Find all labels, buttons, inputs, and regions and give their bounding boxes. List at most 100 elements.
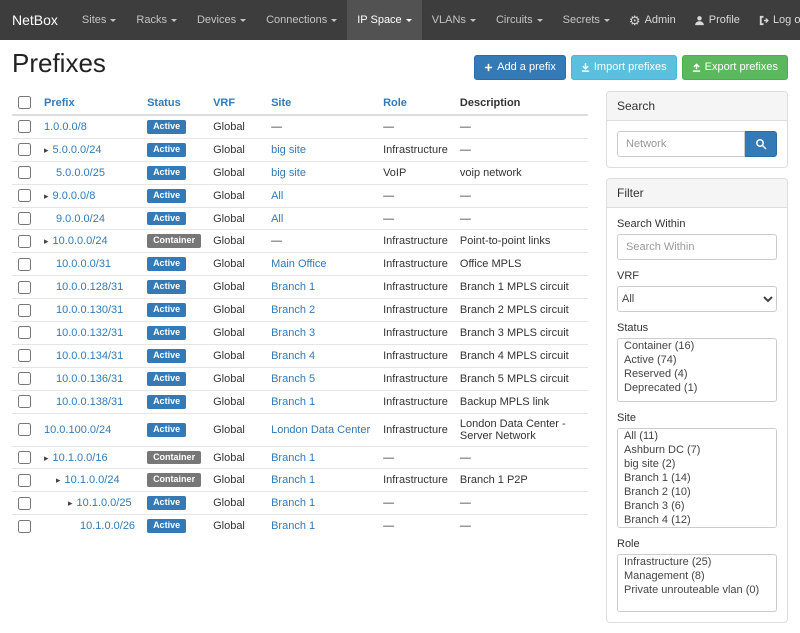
prefix-link[interactable]: 10.0.0.130/31 (56, 304, 123, 316)
prefix-link[interactable]: 10.0.0.136/31 (56, 373, 123, 385)
logout-button[interactable]: Log out (749, 0, 800, 40)
site-link[interactable]: All (271, 213, 283, 225)
row-checkbox[interactable] (18, 258, 31, 271)
site-cell: All (265, 207, 377, 230)
nav-item-vlans[interactable]: VLANs (422, 0, 486, 40)
prefix-link[interactable]: 10.1.0.0/24 (65, 474, 120, 486)
status-badge: Active (147, 257, 186, 271)
nav-item-sites[interactable]: Sites (72, 0, 126, 40)
vrf-cell: Global (207, 161, 265, 184)
row-checkbox[interactable] (18, 497, 31, 510)
sort-vrf-header[interactable]: VRF (213, 97, 235, 109)
row-checkbox[interactable] (18, 326, 31, 339)
brand-logo[interactable]: NetBox (0, 0, 72, 40)
profile-menu-item[interactable]: Profile (685, 0, 749, 40)
select-all-checkbox[interactable] (18, 96, 31, 109)
prefix-cell: 5.0.0.0/25 (38, 161, 141, 184)
sort-prefix-header[interactable]: Prefix (44, 97, 75, 109)
admin-menu-item[interactable]: ⚙ Admin (620, 0, 685, 40)
prefix-link[interactable]: 10.0.0.128/31 (56, 281, 123, 293)
prefix-link[interactable]: 5.0.0.0/24 (53, 144, 102, 156)
sort-site-header[interactable]: Site (271, 97, 291, 109)
site-link[interactable]: All (271, 190, 283, 202)
row-checkbox[interactable] (18, 520, 31, 533)
prefix-link[interactable]: 10.0.0.132/31 (56, 327, 123, 339)
site-link[interactable]: Branch 1 (271, 452, 315, 464)
nav-item-devices[interactable]: Devices (187, 0, 256, 40)
navbar-menu: SitesRacksDevicesConnections IP Space VLAN… (72, 0, 620, 40)
site-link[interactable]: Branch 1 (271, 520, 315, 532)
prefix-link[interactable]: 9.0.0.0/24 (56, 213, 105, 225)
row-checkbox[interactable] (18, 349, 31, 362)
prefix-link[interactable]: 10.0.0.0/24 (53, 235, 108, 247)
site-filter-label: Site (617, 412, 777, 424)
row-checkbox[interactable] (18, 189, 31, 202)
table-row: ▸10.0.0.0/24ContainerGlobal—Infrastructu… (12, 230, 588, 253)
row-checkbox[interactable] (18, 474, 31, 487)
site-link[interactable]: big site (271, 144, 306, 156)
site-link[interactable]: Branch 1 (271, 396, 315, 408)
nav-item-label: IP Space (357, 14, 401, 26)
row-checkbox[interactable] (18, 143, 31, 156)
site-link[interactable]: London Data Center (271, 424, 370, 436)
row-checkbox[interactable] (18, 372, 31, 385)
description-cell: Backup MPLS link (454, 390, 588, 413)
admin-label: Admin (645, 14, 676, 26)
prefix-link[interactable]: 10.1.0.0/25 (77, 497, 132, 509)
prefix-link[interactable]: 10.0.0.0/31 (56, 258, 111, 270)
role-filter-select[interactable]: Infrastructure (25)Management (8)Private… (617, 554, 777, 612)
status-cell: Container (141, 230, 207, 253)
prefix-link[interactable]: 5.0.0.0/25 (56, 167, 105, 179)
row-checkbox[interactable] (18, 166, 31, 179)
site-link[interactable]: big site (271, 167, 306, 179)
role-cell: Infrastructure (377, 230, 454, 253)
site-cell: — (265, 115, 377, 138)
export-prefixes-label: Export prefixes (705, 61, 778, 74)
row-checkbox[interactable] (18, 212, 31, 225)
prefix-link[interactable]: 10.0.0.134/31 (56, 350, 123, 362)
vrf-filter-select[interactable]: All (617, 286, 777, 312)
nav-item-ip-space[interactable]: IP Space (347, 0, 421, 40)
export-prefixes-button[interactable]: Export prefixes (682, 55, 788, 80)
site-link[interactable]: Branch 3 (271, 327, 315, 339)
prefix-link[interactable]: 10.0.100.0/24 (44, 424, 111, 436)
status-filter-select[interactable]: Container (16)Active (74)Reserved (4)Dep… (617, 338, 777, 402)
prefix-cell: 10.0.0.0/31 (38, 253, 141, 276)
nav-item-circuits[interactable]: Circuits (486, 0, 553, 40)
row-checkbox[interactable] (18, 451, 31, 464)
add-prefix-button[interactable]: Add a prefix (474, 55, 566, 80)
nav-item-racks[interactable]: Racks (126, 0, 187, 40)
search-button[interactable] (745, 131, 777, 157)
import-prefixes-button[interactable]: Import prefixes (571, 55, 677, 80)
search-within-input[interactable] (617, 234, 777, 260)
site-link[interactable]: Branch 2 (271, 304, 315, 316)
row-checkbox[interactable] (18, 304, 31, 317)
status-badge: Active (147, 372, 186, 386)
sort-status-header[interactable]: Status (147, 97, 181, 109)
nav-item-secrets[interactable]: Secrets (553, 0, 620, 40)
row-checkbox[interactable] (18, 281, 31, 294)
row-checkbox[interactable] (18, 423, 31, 436)
row-checkbox[interactable] (18, 235, 31, 248)
site-link[interactable]: Branch 5 (271, 373, 315, 385)
site-link[interactable]: Main Office (271, 258, 326, 270)
prefix-link[interactable]: 10.1.0.0/26 (80, 520, 135, 532)
sort-role-header[interactable]: Role (383, 97, 407, 109)
vrf-cell: Global (207, 230, 265, 253)
prefix-link[interactable]: 1.0.0.0/8 (44, 121, 87, 133)
prefix-link[interactable]: 10.0.0.138/31 (56, 396, 123, 408)
site-link[interactable]: Branch 1 (271, 474, 315, 486)
prefix-cell: ▸9.0.0.0/8 (38, 184, 141, 207)
site-filter-select[interactable]: All (11)Ashburn DC (7)big site (2)Branch… (617, 428, 777, 528)
table-row: 10.0.0.130/31ActiveGlobalBranch 2Infrast… (12, 299, 588, 322)
row-checkbox[interactable] (18, 395, 31, 408)
site-link[interactable]: Branch 4 (271, 350, 315, 362)
site-link[interactable]: Branch 1 (271, 281, 315, 293)
nav-item-connections[interactable]: Connections (256, 0, 347, 40)
site-cell: big site (265, 138, 377, 161)
prefix-link[interactable]: 10.1.0.0/16 (53, 452, 108, 464)
search-input[interactable] (617, 131, 745, 157)
site-link[interactable]: Branch 1 (271, 497, 315, 509)
row-checkbox[interactable] (18, 120, 31, 133)
prefix-link[interactable]: 9.0.0.0/8 (53, 190, 96, 202)
